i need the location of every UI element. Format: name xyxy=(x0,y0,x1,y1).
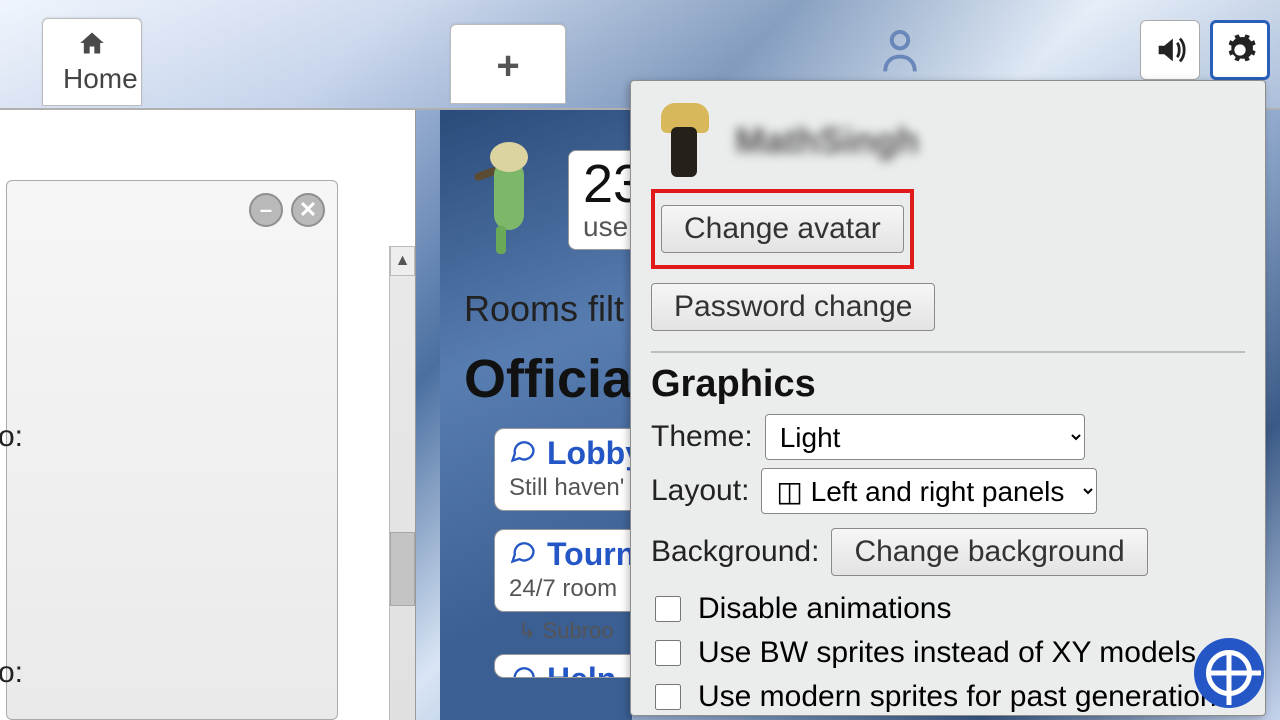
checkbox[interactable] xyxy=(655,684,681,710)
avatar xyxy=(651,97,723,185)
watermark-icon xyxy=(1194,638,1264,708)
checkbox[interactable] xyxy=(655,640,681,666)
chat-icon xyxy=(509,661,537,678)
plus-icon: + xyxy=(496,44,519,89)
check-label: Use BW sprites instead of XY models xyxy=(698,636,1196,670)
scroll-up-icon[interactable]: ▲ xyxy=(390,246,415,276)
scroll-thumb[interactable] xyxy=(390,532,415,606)
sound-button[interactable] xyxy=(1140,20,1200,80)
settings-button[interactable] xyxy=(1210,20,1270,80)
room-title: Tourn xyxy=(547,536,635,573)
home-icon xyxy=(63,29,121,61)
background-label: Background: xyxy=(651,535,819,569)
chat-to-label-1: o: xyxy=(0,420,23,454)
top-right-controls xyxy=(870,20,1270,80)
theme-label: Theme: xyxy=(651,420,753,454)
username-label: MathSingh xyxy=(735,120,919,162)
check-disable-animations[interactable]: Disable animations xyxy=(651,592,1245,626)
settings-panel: MathSingh Change avatar Password change … xyxy=(630,80,1266,716)
user-icon[interactable] xyxy=(870,20,930,80)
left-panel: – ✕ o: o: ▲ xyxy=(0,110,416,720)
minimize-icon[interactable]: – xyxy=(249,193,283,227)
chat-window: – ✕ xyxy=(6,180,338,720)
theme-select[interactable]: Light xyxy=(765,414,1085,460)
chat-icon xyxy=(509,435,537,472)
checkbox[interactable] xyxy=(655,596,681,622)
change-avatar-button[interactable]: Change avatar xyxy=(661,205,904,253)
check-bw-sprites[interactable]: Use BW sprites instead of XY models xyxy=(651,636,1245,670)
room-title: Heln xyxy=(547,661,616,678)
highlight-change-avatar: Change avatar xyxy=(651,189,914,269)
layout-label: Layout: xyxy=(651,474,749,508)
chat-icon xyxy=(509,536,537,573)
scrollbar[interactable]: ▲ xyxy=(389,246,415,720)
password-change-button[interactable]: Password change xyxy=(651,283,935,331)
close-icon[interactable]: ✕ xyxy=(291,193,325,227)
layout-select[interactable]: ◫ Left and right panels xyxy=(761,468,1097,514)
mascot-sprite xyxy=(464,140,554,260)
check-label: Disable animations xyxy=(698,592,951,626)
tab-home-label: Home xyxy=(63,63,121,95)
graphics-heading: Graphics xyxy=(651,363,1245,406)
tab-new[interactable]: + xyxy=(450,24,566,104)
change-background-button[interactable]: Change background xyxy=(831,528,1147,576)
check-modern-sprites[interactable]: Use modern sprites for past generations xyxy=(651,680,1245,714)
chat-to-label-2: o: xyxy=(0,656,23,690)
room-title: Lobby xyxy=(547,435,643,472)
check-label: Use modern sprites for past generations xyxy=(698,680,1232,714)
tab-home[interactable]: Home xyxy=(42,18,142,106)
